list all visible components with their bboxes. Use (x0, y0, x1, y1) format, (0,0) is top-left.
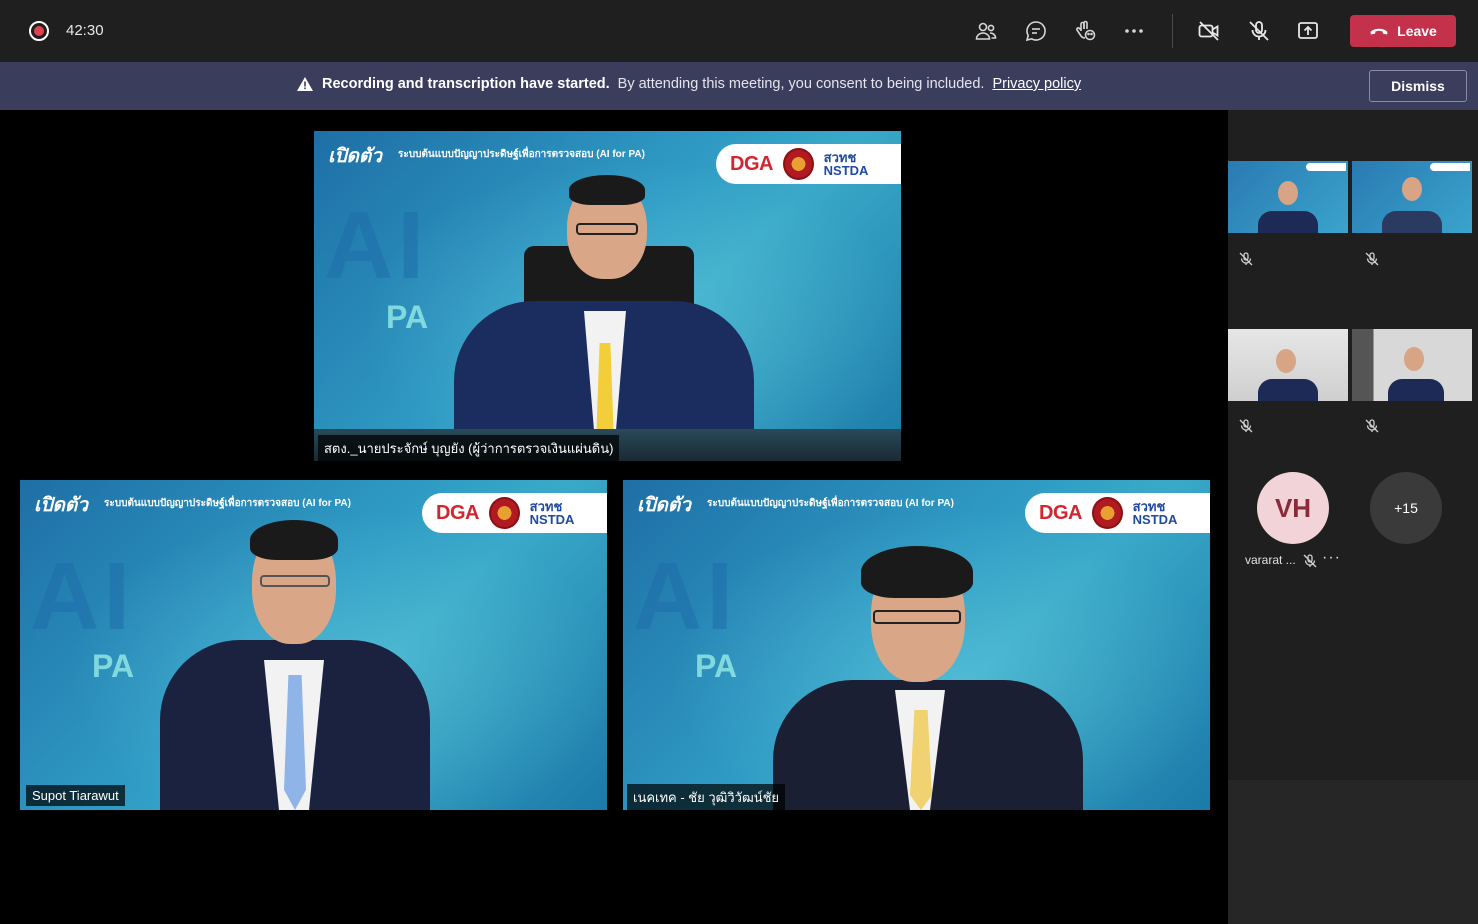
person-hair (250, 520, 338, 560)
mic-off-icon (1364, 251, 1380, 267)
video-tile-top[interactable]: เปิดตัว ระบบต้นแบบปัญญาประดิษฐ์เพื่อการต… (314, 131, 901, 461)
participant-thumb-1[interactable] (1228, 161, 1348, 233)
mic-off-icon (1302, 553, 1318, 569)
slide-title: เปิดตัว (637, 495, 691, 516)
camera-off-icon[interactable] (1194, 16, 1224, 46)
video-tile-left[interactable]: เปิดตัว ระบบต้นแบบปัญญาประดิษฐ์เพื่อการต… (20, 480, 607, 810)
phone-icon (1369, 20, 1389, 43)
person-hair (569, 175, 645, 205)
privacy-policy-link[interactable]: Privacy policy (992, 76, 1081, 92)
warning-icon (296, 76, 314, 92)
avatar-more-options[interactable]: ··· (1322, 549, 1341, 567)
people-icon[interactable] (971, 16, 1001, 46)
person-hair (861, 546, 973, 598)
person-glasses (873, 610, 961, 624)
mic-off-icon (1238, 251, 1254, 267)
more-icon[interactable] (1119, 16, 1149, 46)
more-participants-button[interactable]: +15 (1370, 472, 1442, 544)
participant-name-left: Supot Tiarawut (26, 785, 125, 806)
participant-thumb-2[interactable] (1352, 161, 1472, 233)
thumb-head (1278, 181, 1298, 205)
dga-logo: DGA (436, 501, 479, 524)
thumb-logo (1430, 163, 1470, 171)
seal-icon (782, 148, 814, 180)
avatar[interactable]: VH (1257, 472, 1329, 544)
thumb-head (1402, 177, 1422, 201)
meeting-timer: 42:30 (66, 22, 104, 39)
slide-subtitle: ระบบต้นแบบปัญญาประดิษฐ์เพื่อการตรวจสอบ (… (707, 498, 954, 509)
gallery-footer (1228, 780, 1478, 924)
thumb-logo (1306, 163, 1346, 171)
ai-watermark: AI (30, 543, 134, 650)
dga-logo: DGA (1039, 501, 1082, 524)
video-tile-right[interactable]: เปิดตัว ระบบต้นแบบปัญญาประดิษฐ์เพื่อการต… (623, 480, 1210, 810)
logo-group: DGA สวทช NSTDA (422, 493, 607, 533)
recording-banner: Recording and transcription have started… (0, 62, 1478, 110)
mic-off-icon (1364, 418, 1380, 434)
participant-thumb-3[interactable] (1228, 329, 1348, 401)
logo-group: DGA สวทช NSTDA (1025, 493, 1210, 533)
thumb-body (1258, 379, 1318, 401)
banner-text: By attending this meeting, you consent t… (617, 76, 985, 92)
seal-icon (488, 497, 520, 529)
avatar-name: vararat ... (1245, 553, 1296, 567)
ai-watermark: AI (324, 192, 428, 299)
nstda-logo: สวทช NSTDA (823, 150, 869, 178)
participant-thumb-4[interactable] (1352, 329, 1472, 401)
slide-subtitle: ระบบต้นแบบปัญญาประดิษฐ์เพื่อการตรวจสอบ (… (104, 498, 351, 509)
toolbar-divider (1172, 14, 1173, 48)
thumb-body (1388, 379, 1444, 401)
thumb-body (1258, 211, 1318, 233)
dga-logo: DGA (730, 152, 773, 175)
banner-bold-text: Recording and transcription have started… (322, 76, 610, 92)
thumb-body (1382, 211, 1442, 233)
mic-off-icon[interactable] (1244, 16, 1274, 46)
person-glasses (576, 223, 638, 235)
slide-title: เปิดตัว (328, 146, 382, 167)
participant-name-right: เนคเทค - ชัย วุฒิวิวัฒน์ชัย (627, 784, 786, 810)
leave-label: Leave (1397, 23, 1437, 39)
chat-icon[interactable] (1021, 16, 1051, 46)
pa-watermark: PA (386, 299, 429, 335)
slide-title: เปิดตัว (34, 495, 88, 516)
thumb-head (1276, 349, 1296, 373)
reactions-icon[interactable] (1070, 16, 1100, 46)
ai-watermark: AI (633, 543, 737, 650)
mic-off-icon (1238, 418, 1254, 434)
nstda-logo: สวทช NSTDA (529, 499, 575, 527)
banner-message: Recording and transcription have started… (296, 76, 1081, 92)
share-screen-icon[interactable] (1293, 16, 1323, 46)
meeting-toolbar: 42:30 Leave (0, 0, 1478, 62)
pa-watermark: PA (92, 648, 135, 684)
recording-icon (29, 21, 49, 41)
leave-button[interactable]: Leave (1350, 15, 1456, 47)
logo-group: DGA สวทช NSTDA (716, 144, 901, 184)
person-glasses (260, 575, 330, 587)
pa-watermark: PA (695, 648, 738, 684)
slide-subtitle: ระบบต้นแบบปัญญาประดิษฐ์เพื่อการตรวจสอบ (… (398, 149, 645, 160)
participant-name-top: สตง._นายประจักษ์ บุญยัง (ผู้ว่าการตรวจเง… (318, 435, 620, 461)
nstda-logo: สวทช NSTDA (1132, 499, 1178, 527)
dismiss-button[interactable]: Dismiss (1369, 70, 1467, 102)
thumb-head (1404, 347, 1424, 371)
seal-icon (1091, 497, 1123, 529)
